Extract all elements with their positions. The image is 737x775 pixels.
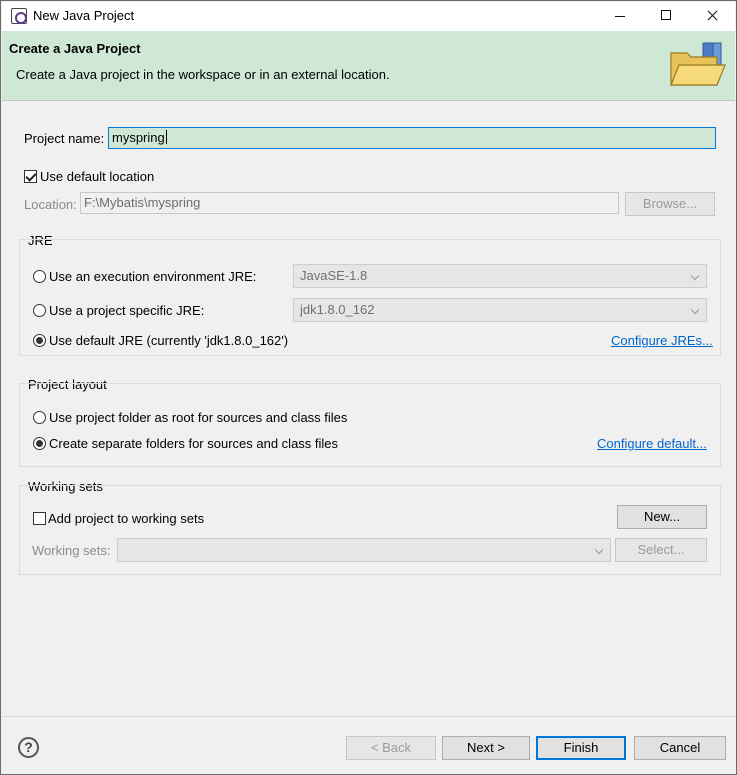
working-sets-label: Working sets:	[32, 543, 111, 558]
eclipse-app-icon	[11, 8, 27, 24]
project-name-value: myspring	[112, 130, 165, 145]
new-working-set-button[interactable]: New...	[617, 505, 707, 529]
working-sets-group: Add project to working sets New... Worki…	[19, 485, 721, 575]
footer-separator	[2, 716, 735, 717]
location-value: F:\Mybatis\myspring	[84, 195, 201, 210]
add-to-working-sets-label: Add project to working sets	[48, 511, 205, 526]
layout-root-label: Use project folder as root for sources a…	[49, 410, 348, 425]
specific-jre-combo: jdk1.8.0_162	[293, 298, 707, 322]
wizard-content: Project name: myspring Use default locat…	[2, 102, 735, 714]
default-jre-label: Use default JRE (currently 'jdk1.8.0_162…	[49, 333, 289, 348]
location-input: F:\Mybatis\myspring	[80, 192, 619, 214]
window-title: New Java Project	[33, 8, 135, 23]
banner-title: Create a Java Project	[9, 41, 141, 56]
add-to-working-sets-checkbox[interactable]	[33, 512, 46, 525]
new-project-folder-icon	[670, 42, 726, 86]
cancel-button[interactable]: Cancel	[634, 736, 726, 760]
chevron-down-icon	[690, 271, 700, 281]
title-bar: New Java Project	[2, 2, 735, 31]
project-name-label: Project name:	[24, 131, 105, 146]
layout-separate-radio[interactable]	[33, 437, 46, 450]
chevron-down-icon	[594, 545, 604, 555]
chevron-down-icon	[690, 305, 700, 315]
project-name-input[interactable]: myspring	[108, 127, 716, 149]
project-layout-group: Use project folder as root for sources a…	[19, 383, 721, 467]
exec-env-label: Use an execution environment JRE:	[49, 269, 257, 284]
default-jre-radio[interactable]	[33, 334, 46, 347]
select-working-sets-button: Select...	[615, 538, 707, 562]
help-icon[interactable]: ?	[18, 737, 39, 758]
use-default-location-checkbox[interactable]	[24, 170, 37, 183]
new-java-project-dialog: New Java Project Create a Java Project C…	[0, 0, 737, 775]
next-button[interactable]: Next >	[442, 736, 530, 760]
exec-env-radio[interactable]	[33, 270, 46, 283]
specific-jre-label: Use a project specific JRE:	[49, 303, 205, 318]
configure-jres-link[interactable]: Configure JREs...	[611, 333, 713, 348]
jre-group: Use an execution environment JRE: JavaSE…	[19, 239, 721, 356]
specific-jre-radio[interactable]	[33, 304, 46, 317]
maximize-icon[interactable]	[643, 2, 689, 31]
location-label: Location:	[24, 197, 77, 212]
back-button: < Back	[346, 736, 436, 760]
wizard-banner: Create a Java Project Create a Java proj…	[2, 31, 735, 101]
layout-root-radio[interactable]	[33, 411, 46, 424]
browse-button: Browse...	[625, 192, 715, 216]
finish-button[interactable]: Finish	[536, 736, 626, 760]
banner-description: Create a Java project in the workspace o…	[16, 67, 390, 82]
minimize-icon[interactable]	[597, 2, 643, 31]
use-default-location-label: Use default location	[40, 169, 155, 184]
exec-env-value: JavaSE-1.8	[300, 268, 368, 283]
exec-env-combo: JavaSE-1.8	[293, 264, 707, 288]
working-sets-combo	[117, 538, 611, 562]
configure-default-link[interactable]: Configure default...	[597, 436, 707, 451]
close-icon[interactable]	[689, 2, 735, 31]
specific-jre-value: jdk1.8.0_162	[300, 302, 375, 317]
layout-separate-label: Create separate folders for sources and …	[49, 436, 339, 451]
